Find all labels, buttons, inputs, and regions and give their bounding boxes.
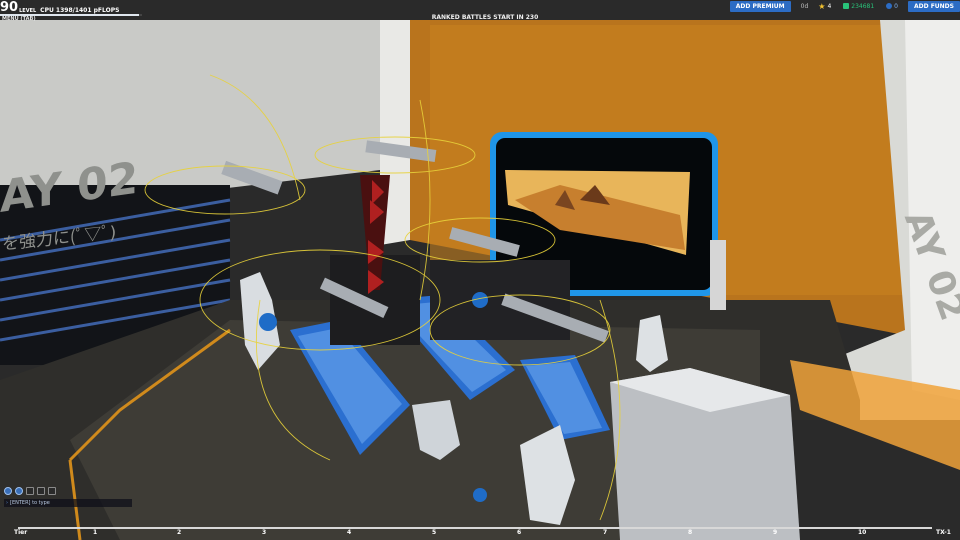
add-funds-button[interactable]: ADD FUNDS xyxy=(908,0,960,12)
chat-input[interactable]: › [ENTER] to type xyxy=(4,499,132,507)
tier-tick: 8 xyxy=(688,529,693,536)
all-chat-icon[interactable] xyxy=(26,487,34,495)
stars-stat: ★ 4 xyxy=(818,2,831,11)
tier-tick: 3 xyxy=(262,529,267,536)
private-icon[interactable] xyxy=(37,487,45,495)
chat-panel: › [ENTER] to type xyxy=(4,486,132,507)
robits-stat: 234681 xyxy=(843,3,874,10)
tier-tick: 2 xyxy=(177,529,182,536)
robits-icon xyxy=(843,3,850,9)
tier-tick: 10 xyxy=(858,529,867,536)
chat-channel-icons xyxy=(4,486,132,496)
tier-label-end: TX-1 xyxy=(936,529,951,536)
tier-tick: 4 xyxy=(347,529,352,536)
tier-tick: 1 xyxy=(93,529,98,536)
chevron-right-icon: › xyxy=(6,500,8,506)
currency-bar: ADD PREMIUM 0d ★ 4 234681 0 ADD FUNDS xyxy=(729,0,960,12)
stars-count: 4 xyxy=(827,2,832,10)
garage-scene: AY 02 を強力に(ﾟ▽ﾟ) AY 02 xyxy=(0,0,960,540)
chat-channel-icon[interactable] xyxy=(4,487,12,495)
tier-tick: 5 xyxy=(432,529,437,536)
ranked-battles-banner: RANKED BATTLES START IN 230 xyxy=(431,14,539,21)
tier-tick: 9 xyxy=(773,529,778,536)
tier-tick: 7 xyxy=(603,529,608,536)
cosmetic-stat: 0 xyxy=(886,3,898,10)
tier-tick: 6 xyxy=(517,529,522,536)
player-level: 90 LEVEL CPU 1398/1401 pFLOPS xyxy=(0,0,119,14)
cpu-readout: CPU 1398/1401 pFLOPS xyxy=(40,7,120,14)
star-icon: ★ xyxy=(818,1,826,11)
cosmetic-count: 0 xyxy=(894,2,898,10)
tier-bar: Tier 1 2 3 4 5 6 7 8 9 10 TX-1 xyxy=(0,527,960,540)
add-premium-button[interactable]: ADD PREMIUM xyxy=(729,0,791,12)
menu-tab-button[interactable]: MENU (TAB) xyxy=(2,16,36,22)
tier-label-start: Tier xyxy=(14,529,28,536)
premium-days: 0d xyxy=(800,2,809,10)
chat-prompt: [ENTER] to type xyxy=(10,500,50,506)
level-number: 90 xyxy=(0,0,19,15)
clan-icon[interactable] xyxy=(48,487,56,495)
tier-track xyxy=(18,527,932,529)
robits-count: 234681 xyxy=(851,2,875,10)
cosmetic-credits-icon xyxy=(886,3,893,9)
party-icon[interactable] xyxy=(15,487,23,495)
